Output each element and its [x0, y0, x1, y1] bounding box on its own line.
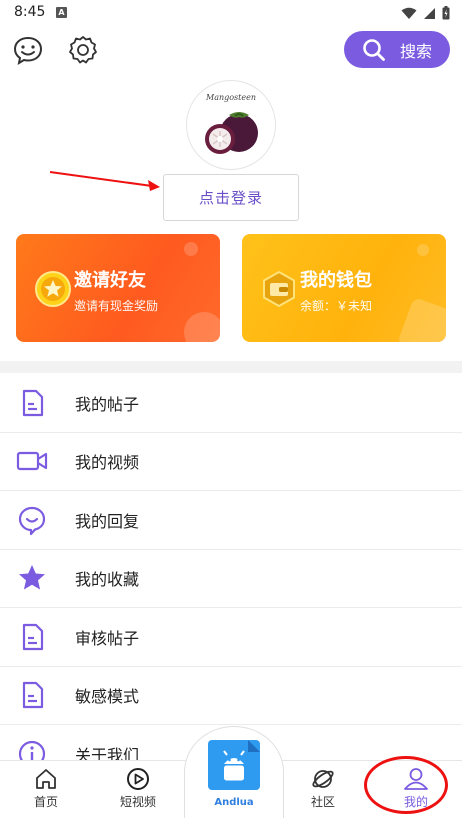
menu-item-my-replies[interactable]: 我的回复: [0, 491, 462, 550]
wallet-icon: [263, 270, 295, 308]
menu-label: 我的视频: [75, 453, 140, 473]
menu-item-review-posts[interactable]: 审核帖子: [0, 608, 462, 667]
wallet-balance: 余额：￥未知: [300, 299, 373, 313]
menu-item-sensitive-mode[interactable]: 敏感模式: [0, 667, 462, 725]
status-time: 8:45: [14, 4, 46, 20]
search-icon: [363, 38, 385, 61]
video-icon: [16, 452, 48, 471]
mangosteen-image: [205, 112, 258, 154]
search-button[interactable]: 搜索: [344, 31, 450, 68]
signal-icon: [424, 7, 435, 19]
document-icon: [22, 682, 44, 709]
menu-list: 我的帖子 我的视频 我的回复 我的收藏 审核帖子 敏感模式 关于我们: [0, 374, 462, 784]
nav-center-label: Andlua: [214, 797, 254, 808]
play-icon: [127, 768, 149, 790]
menu-label: 我的收藏: [75, 570, 140, 590]
decoration: [417, 244, 429, 256]
battery-icon: [442, 6, 450, 20]
invite-title: 邀请好友: [74, 270, 146, 291]
decoration: [184, 312, 220, 342]
star-icon: [19, 565, 45, 590]
menu-label: 审核帖子: [75, 628, 140, 648]
decoration: [184, 242, 198, 256]
planet-icon: [312, 770, 334, 788]
star-coin-icon: [35, 271, 71, 307]
invite-subtitle: 邀请有现金奖励: [74, 299, 159, 313]
nav-center-button[interactable]: [208, 740, 260, 790]
notification-badge: A: [56, 7, 67, 18]
wallet-card[interactable]: 我的钱包 余额：￥未知: [242, 234, 446, 342]
nav-short-video-label: 短视频: [119, 795, 156, 809]
login-button[interactable]: 点击登录: [163, 174, 299, 221]
nav-community-label: 社区: [310, 795, 335, 809]
document-icon: [22, 389, 44, 416]
nav-short-video[interactable]: 短视频: [103, 767, 173, 810]
annotation-circle: [364, 756, 448, 814]
menu-label: 我的帖子: [75, 394, 140, 414]
nav-community[interactable]: 社区: [288, 767, 358, 810]
wallet-title: 我的钱包: [300, 270, 372, 291]
nav-home-label: 首页: [33, 795, 58, 809]
invite-friends-card[interactable]: 邀请好友 邀请有现金奖励: [16, 234, 220, 342]
wifi-icon: [401, 7, 417, 19]
menu-item-my-favorites[interactable]: 我的收藏: [0, 550, 462, 608]
status-bar: 8:45 A: [0, 0, 462, 26]
home-icon: [36, 769, 56, 789]
settings-icon[interactable]: [67, 34, 99, 66]
menu-label: 我的回复: [75, 511, 140, 531]
annotation-arrow: [49, 171, 160, 191]
section-divider: [0, 361, 462, 373]
decoration: [396, 296, 446, 342]
reply-icon: [18, 506, 46, 535]
message-icon[interactable]: [12, 34, 44, 66]
status-icons: [401, 6, 450, 20]
document-icon: [22, 623, 44, 650]
search-label: 搜索: [400, 41, 433, 61]
menu-label: 敏感模式: [75, 687, 140, 707]
menu-item-my-posts[interactable]: 我的帖子: [0, 374, 462, 433]
menu-item-my-videos[interactable]: 我的视频: [0, 433, 462, 491]
nav-home[interactable]: 首页: [11, 767, 81, 810]
android-app-icon: [223, 740, 260, 781]
avatar[interactable]: Mangosteen: [186, 80, 276, 170]
